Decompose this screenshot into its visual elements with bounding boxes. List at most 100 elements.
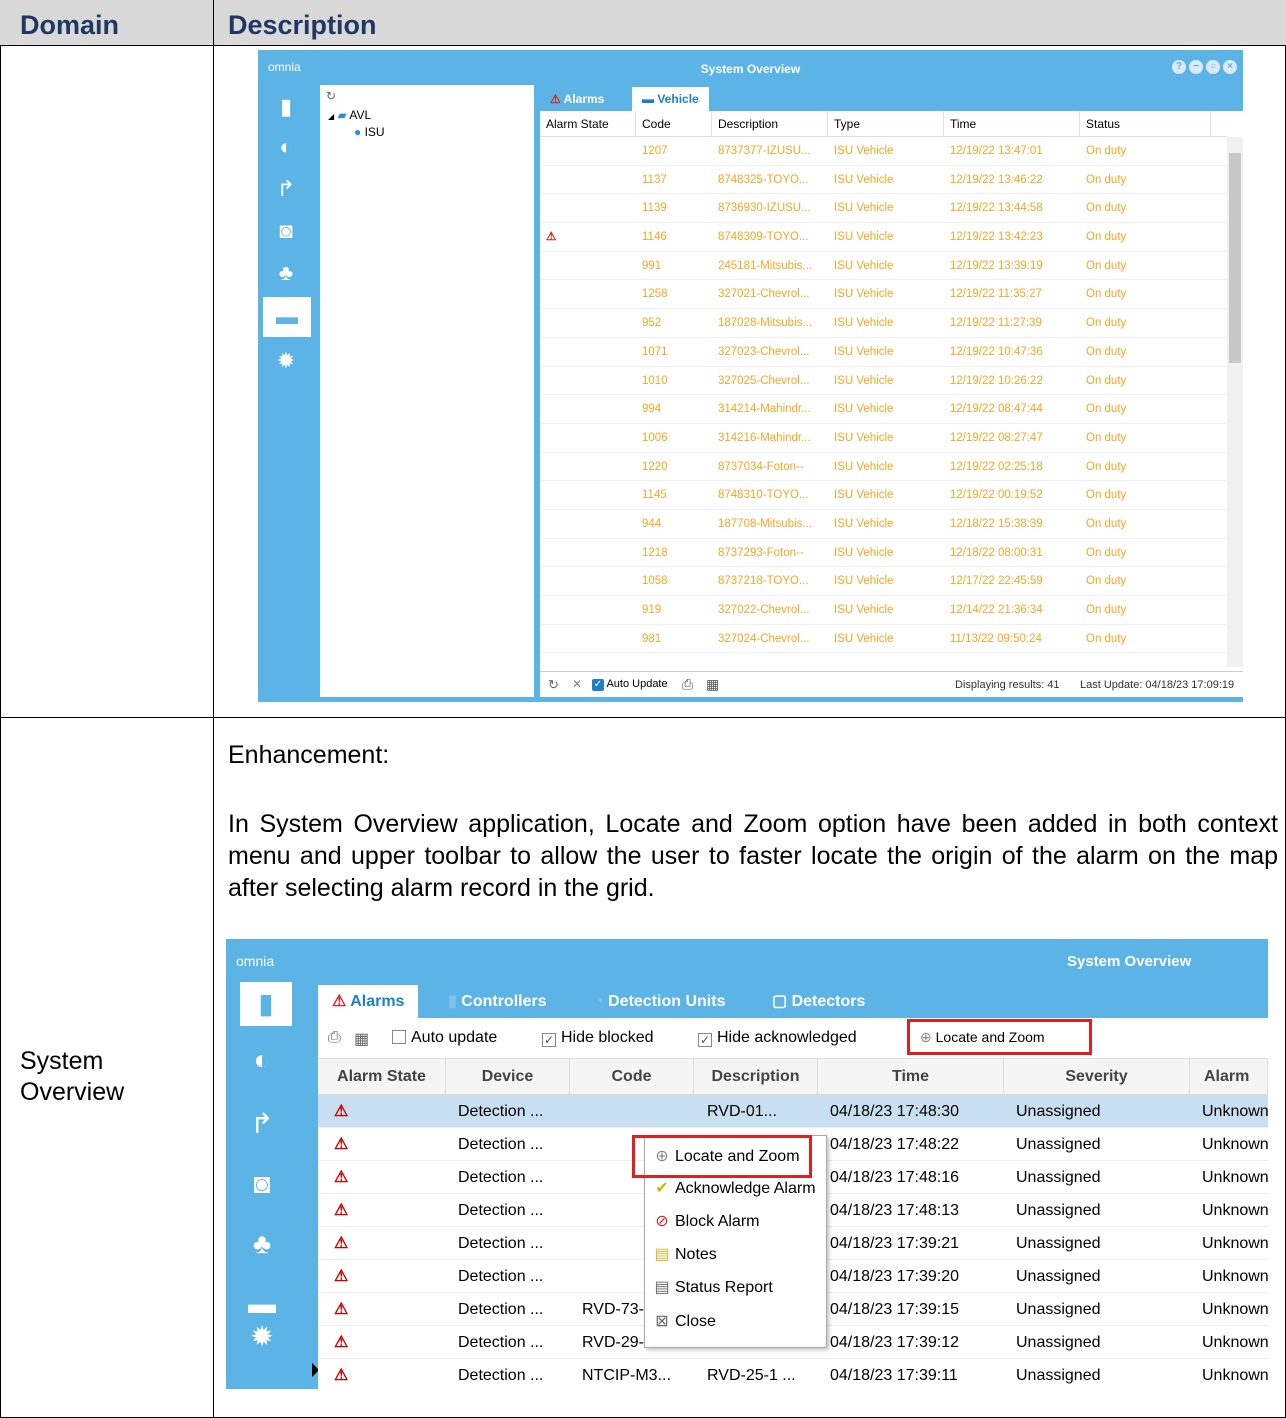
- description-title: Enhancement:: [228, 741, 390, 769]
- close-icon[interactable]: ×: [1223, 60, 1237, 74]
- table-row[interactable]: 1220 8737034-Foton-- ISU Vehicle 12/19/22 0…: [540, 453, 1227, 482]
- tree-icon[interactable]: ♣: [244, 1226, 280, 1262]
- print-icon[interactable]: ⎙: [682, 676, 693, 693]
- route-icon[interactable]: ↱: [244, 1106, 280, 1142]
- table-row[interactable]: 981 327024-Chevrol... ISU Vehicle 11/13/22 …: [540, 625, 1227, 654]
- tab-controllers[interactable]: ▮ Controllers: [434, 985, 561, 1018]
- table-row[interactable]: ⚠ Detection ... RVD-01... 04/18/23 17:48:30…: [318, 1095, 1268, 1128]
- minimize-icon[interactable]: −: [1189, 60, 1203, 74]
- auto-update-toggle[interactable]: ✓ Auto Update: [592, 678, 668, 691]
- scroll-thumb[interactable]: [1229, 153, 1241, 363]
- col-code[interactable]: Code: [636, 111, 712, 136]
- gear-icon[interactable]: ✹: [272, 347, 300, 375]
- cell-desc: 8748310-TOYO...: [718, 489, 809, 502]
- cell-time: 12/19/22 02:25:18: [950, 460, 1043, 473]
- col-type[interactable]: Type: [828, 111, 944, 136]
- tree-node-isu[interactable]: ● ISU: [354, 125, 385, 139]
- table-row[interactable]: 1010 327025-Chevrol... ISU Vehicle 12/19/22…: [540, 367, 1227, 396]
- restore-icon[interactable]: ○: [1206, 60, 1220, 74]
- cell-device: Detection ...: [458, 1367, 544, 1384]
- tab-alarms[interactable]: ⚠ Alarms: [540, 87, 614, 111]
- table-row[interactable]: 944 187708-Mitsubis... ISU Vehicle 12/18/22…: [540, 510, 1227, 539]
- tree-node-avl[interactable]: ◢ ▰ AVL: [328, 108, 371, 122]
- table-row[interactable]: 994 314214-Mahindr... ISU Vehicle 12/19/22 …: [540, 395, 1227, 424]
- tab-detectors[interactable]: ▢ Detectors: [758, 985, 879, 1018]
- menu-item-status-report[interactable]: Status Report: [675, 1279, 773, 1297]
- menu-item-acknowledge[interactable]: Acknowledge Alarm: [675, 1180, 816, 1198]
- auto-update-checkbox[interactable]: Auto update: [392, 1029, 497, 1047]
- menu-item-notes[interactable]: Notes: [675, 1246, 717, 1264]
- traffic-light-icon[interactable]: ▮: [240, 982, 292, 1026]
- help-icon[interactable]: ?: [1172, 60, 1186, 74]
- table-row[interactable]: ⚠ Detection ... NTCIP-M3... RVD-25-1 ... 04/…: [318, 1359, 1268, 1389]
- table-row[interactable]: 1258 327021-Chevrol... ISU Vehicle 12/19/22…: [540, 280, 1227, 310]
- cell-severity: Unassigned: [1016, 1136, 1101, 1153]
- camera-icon[interactable]: ◐: [272, 133, 300, 161]
- gear-icon[interactable]: ✹: [244, 1319, 280, 1355]
- refresh-icon[interactable]: ↻: [548, 677, 559, 693]
- traffic-light-icon[interactable]: ▮: [272, 93, 300, 121]
- table-row[interactable]: 1207 8737377-IZUSU... ISU Vehicle 12/19/22 …: [540, 137, 1227, 166]
- tab-label: Alarms: [563, 92, 605, 106]
- tab-vehicle[interactable]: ▬ Vehicle: [632, 87, 709, 111]
- camera-icon[interactable]: ◐: [244, 1042, 280, 1078]
- clear-filter-icon[interactable]: ✕: [572, 677, 582, 691]
- vehicle-icon[interactable]: ▬: [263, 297, 311, 337]
- cell-status: On duty: [1086, 517, 1127, 530]
- col-alarm-state[interactable]: Alarm State: [540, 111, 636, 136]
- vehicle-grid: Alarm State Code Description Type Time S…: [540, 111, 1227, 654]
- col-time[interactable]: Time: [818, 1059, 1004, 1094]
- cell-time: 12/19/22 11:27:39: [950, 317, 1042, 330]
- domain-cell: System Overview: [20, 1046, 124, 1108]
- print-icon[interactable]: ⎙: [328, 1029, 341, 1047]
- hide-blocked-checkbox[interactable]: ✓ Hide blocked: [542, 1029, 654, 1047]
- menu-item-block[interactable]: Block Alarm: [675, 1213, 759, 1231]
- table-row[interactable]: 1218 8737293-Foton-- ISU Vehicle 12/18/22 0…: [540, 539, 1227, 568]
- col-alarm-state[interactable]: Alarm State: [318, 1059, 446, 1094]
- tab-alarms[interactable]: ⚠ Alarms: [318, 985, 419, 1018]
- refresh-icon[interactable]: ↻: [326, 89, 336, 103]
- col-description[interactable]: Description: [712, 111, 828, 136]
- tab-detection-units[interactable]: ◔ Detection Units: [580, 985, 739, 1018]
- col-code[interactable]: Code: [570, 1059, 694, 1094]
- cell-desc: 314214-Mahindr...: [718, 403, 811, 416]
- col-time[interactable]: Time: [944, 111, 1080, 136]
- vehicle-icon[interactable]: ▬: [244, 1286, 280, 1322]
- description-paragraph: In System Overview application, Locate a…: [228, 810, 1278, 902]
- transit-icon[interactable]: ◙: [272, 217, 300, 245]
- cell-desc: 327022-Chevrol...: [718, 604, 810, 616]
- excel-icon[interactable]: ▦: [354, 1029, 369, 1049]
- col-alarm-type[interactable]: Alarm Ty: [1190, 1059, 1268, 1120]
- hide-acknowledged-checkbox[interactable]: ✓ Hide acknowledged: [698, 1029, 857, 1047]
- col-severity[interactable]: Severity: [1004, 1059, 1190, 1094]
- table-row[interactable]: 1139 8736930-IZUSU... ISU Vehicle 12/19/22 …: [540, 194, 1227, 224]
- main-panel: ⚠ Alarms ▮ Controllers ◔ Detection Units…: [318, 982, 1268, 1389]
- table-row[interactable]: 991 245181-Mitsubis... ISU Vehicle 12/19/22…: [540, 252, 1227, 281]
- col-description[interactable]: Description: [694, 1059, 818, 1094]
- excel-icon[interactable]: ▦: [706, 676, 719, 693]
- cell-desc: 314216-Mahindr...: [718, 431, 811, 444]
- cell-code: 1207: [642, 145, 668, 157]
- col-device[interactable]: Device: [446, 1059, 570, 1094]
- tree-icon[interactable]: ♣: [272, 259, 300, 287]
- table-row[interactable]: 1137 8748325-TOYO... ISU Vehicle 12/19/22 1…: [540, 166, 1227, 195]
- table-row[interactable]: 1006 314216-Mahindr... ISU Vehicle 12/19/22…: [540, 424, 1227, 453]
- cell-type: Unknown: [1202, 1301, 1268, 1318]
- upper-toolbar: ⎙ ▦ Auto update ✓ Hide blocked ✓ Hide ackn…: [318, 1018, 1268, 1058]
- cell-alarm: [540, 280, 636, 308]
- scrollbar[interactable]: [1227, 137, 1243, 667]
- cell-code: 1071: [642, 345, 668, 358]
- table-row[interactable]: 919 327022-Chevrol... ISU Vehicle 12/14/22 …: [540, 596, 1227, 625]
- col-status[interactable]: Status: [1080, 111, 1211, 136]
- table-row[interactable]: 1145 8748310-TOYO... ISU Vehicle 12/19/22 0…: [540, 481, 1227, 510]
- route-icon[interactable]: ↱: [272, 175, 300, 203]
- tab-bar: ⚠ Alarms ▮ Controllers ◔ Detection Units…: [318, 982, 1268, 1018]
- transit-icon[interactable]: ◙: [244, 1166, 280, 1202]
- result-count: Displaying results: 41: [955, 679, 1060, 691]
- table-row[interactable]: 952 187028-Mitsubis... ISU Vehicle 12/19/22…: [540, 309, 1227, 338]
- table-row[interactable]: ⚠ 1146 8748309-TOYO... ISU Vehicle 12/19/22 …: [540, 223, 1227, 252]
- menu-item-close[interactable]: Close: [675, 1313, 716, 1331]
- cell-type: ISU Vehicle: [834, 259, 894, 272]
- table-row[interactable]: 1071 327023-Chevrol... ISU Vehicle 12/19/22…: [540, 338, 1227, 367]
- table-row[interactable]: 1058 8737218-TOYO... ISU Vehicle 12/17/22 2…: [540, 567, 1227, 596]
